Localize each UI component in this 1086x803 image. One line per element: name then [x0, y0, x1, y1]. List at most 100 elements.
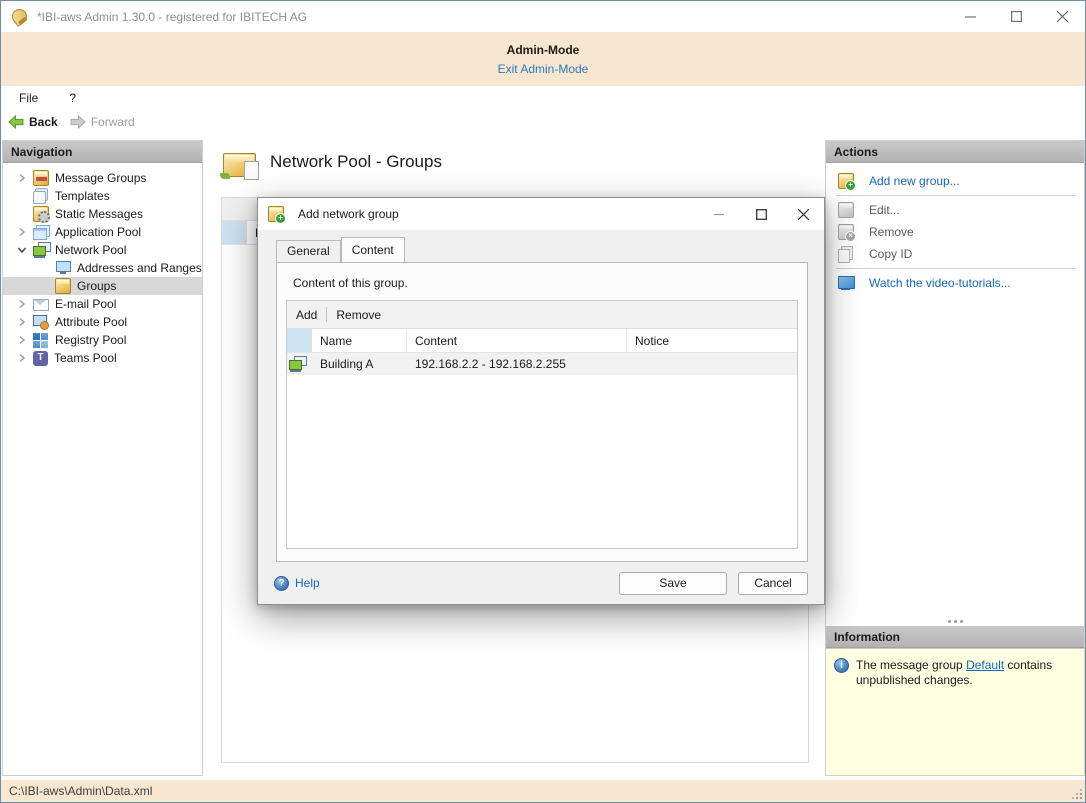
- dialog-minimize-button[interactable]: [698, 198, 740, 230]
- row-name-cell: Building A: [320, 357, 374, 371]
- status-bar: C:\IBI-aws\Admin\Data.xml: [1, 780, 1085, 802]
- notice-column-header[interactable]: Notice: [627, 329, 797, 352]
- email-pool-icon: [33, 296, 49, 312]
- default-group-link[interactable]: Default: [966, 658, 1004, 672]
- help-link[interactable]: ? Help: [274, 575, 320, 591]
- tab-general[interactable]: General: [276, 240, 341, 262]
- title-bar: *IBI-aws Admin 1.30.0 - registered for I…: [1, 1, 1085, 32]
- nav-item-registry-pool[interactable]: Registry Pool: [3, 331, 202, 349]
- information-splitter[interactable]: [826, 617, 1084, 626]
- back-icon: [8, 114, 24, 129]
- templates-icon: [33, 188, 49, 204]
- cancel-button[interactable]: Cancel: [738, 571, 808, 595]
- chevron-right-icon: [11, 317, 33, 327]
- save-button[interactable]: Save: [619, 571, 727, 595]
- chevron-right-icon: [11, 299, 33, 309]
- minimize-icon: [714, 213, 724, 216]
- right-panel-spacer: [826, 294, 1084, 617]
- edit-group-icon: [838, 202, 854, 218]
- group-content-list: Add Remove Name Content Notice Building …: [286, 300, 798, 549]
- right-panel: Actions Add new group... Edit... Remove: [825, 140, 1085, 776]
- remove-button[interactable]: Remove: [336, 308, 381, 322]
- help-label: Help: [295, 576, 320, 590]
- action-watch-video-tutorials[interactable]: Watch the video-tutorials...: [826, 272, 1084, 294]
- action-label: Edit...: [869, 203, 900, 217]
- dialog-close-button[interactable]: [782, 198, 824, 230]
- tab-content[interactable]: Content: [340, 237, 405, 262]
- nav-item-label: Network Pool: [55, 243, 127, 257]
- back-button[interactable]: Back: [8, 114, 58, 129]
- menu-help[interactable]: ?: [67, 89, 78, 107]
- action-label: Watch the video-tutorials...: [869, 276, 1011, 290]
- nav-item-addresses-and-ranges[interactable]: Addresses and Ranges: [3, 259, 202, 277]
- add-button[interactable]: Add: [296, 308, 317, 322]
- nav-item-attribute-pool[interactable]: Attribute Pool: [3, 313, 202, 331]
- nav-item-label: Templates: [55, 189, 110, 203]
- registry-pool-icon: [33, 332, 49, 348]
- nav-item-application-pool[interactable]: Application Pool: [3, 223, 202, 241]
- nav-item-email-pool[interactable]: E-mail Pool: [3, 295, 202, 313]
- add-group-icon: [838, 173, 856, 191]
- navigation-header: Navigation: [3, 141, 202, 163]
- app-window: *IBI-aws Admin 1.30.0 - registered for I…: [0, 0, 1086, 803]
- toolbar-separator: [326, 307, 328, 322]
- help-icon: ?: [274, 575, 289, 591]
- nav-item-network-pool[interactable]: Network Pool: [3, 241, 202, 259]
- network-computer-icon: [288, 356, 307, 372]
- menu-bar: File ?: [1, 86, 1085, 109]
- page-header: Network Pool - Groups: [220, 147, 442, 180]
- minimize-icon: [964, 16, 976, 18]
- chevron-right-icon: [11, 353, 33, 363]
- network-pool-icon: [33, 242, 51, 258]
- actions-separator: [836, 195, 1076, 196]
- menu-file[interactable]: File: [17, 89, 40, 107]
- actions-header: Actions: [826, 141, 1084, 163]
- admin-mode-title: Admin-Mode: [506, 42, 580, 57]
- message-groups-icon: [33, 170, 49, 186]
- window-controls: [947, 1, 1085, 32]
- name-column-header[interactable]: Name: [312, 329, 407, 352]
- content-column-header[interactable]: Content: [407, 329, 627, 352]
- static-messages-icon: [33, 206, 50, 223]
- forward-label: Forward: [90, 114, 135, 129]
- nav-item-groups[interactable]: Groups: [3, 277, 202, 295]
- back-label: Back: [29, 114, 58, 129]
- nav-item-label: Application Pool: [55, 225, 142, 239]
- chevron-right-icon: [11, 227, 33, 237]
- maximize-button[interactable]: [993, 1, 1039, 32]
- nav-item-templates[interactable]: Templates: [3, 187, 202, 205]
- action-label: Remove: [869, 225, 914, 239]
- information-header: Information: [826, 626, 1084, 648]
- dialog-tabs: General Content: [276, 237, 824, 262]
- nav-item-label: Static Messages: [55, 207, 144, 221]
- action-add-new-group[interactable]: Add new group...: [826, 170, 1084, 192]
- dialog-title-bar: Add network group: [258, 198, 824, 230]
- exit-admin-mode-link[interactable]: Exit Admin-Mode: [498, 62, 589, 76]
- page-title: Network Pool - Groups: [270, 152, 442, 171]
- add-network-group-icon: [268, 206, 286, 224]
- addresses-and-ranges-icon: [55, 260, 71, 276]
- actions-separator: [836, 268, 1076, 269]
- teams-pool-icon: [33, 350, 48, 366]
- nav-item-label: Addresses and Ranges: [77, 261, 202, 275]
- nav-item-label: Attribute Pool: [55, 315, 128, 329]
- row-icon-cell: [287, 356, 312, 372]
- splitter-dot: [953, 620, 957, 623]
- nav-item-static-messages[interactable]: Static Messages: [3, 205, 202, 223]
- minimize-button[interactable]: [947, 1, 993, 32]
- resize-grip[interactable]: [1071, 788, 1082, 799]
- information-body: i The message group Default contains unp…: [826, 648, 1084, 775]
- add-network-group-dialog: Add network group General Content: [257, 197, 825, 605]
- splitter-dot: [959, 620, 963, 623]
- close-icon: [1056, 11, 1068, 22]
- content-table-header: Name Content Notice: [287, 329, 797, 353]
- dialog-controls: [698, 198, 824, 230]
- info-icon: i: [834, 658, 849, 673]
- leaf-accent: [220, 173, 230, 179]
- nav-item-message-groups[interactable]: Message Groups: [3, 169, 202, 187]
- table-row[interactable]: Building A 192.168.2.2 - 192.168.2.255: [287, 353, 797, 375]
- nav-item-teams-pool[interactable]: Teams Pool: [3, 349, 202, 367]
- chevron-down-icon: [11, 245, 33, 255]
- close-button[interactable]: [1039, 1, 1085, 32]
- dialog-maximize-button[interactable]: [740, 198, 782, 230]
